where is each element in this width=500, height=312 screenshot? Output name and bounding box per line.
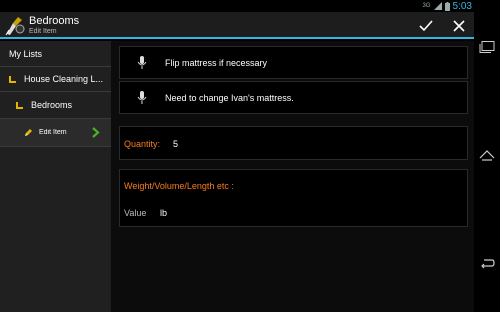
save-button[interactable] xyxy=(414,16,438,36)
value-label: Value xyxy=(124,208,147,218)
note-row[interactable]: Need to change Ivan's mattress. xyxy=(119,81,468,114)
folder-corner-icon xyxy=(16,101,23,109)
sidebar-header-label: My Lists xyxy=(9,48,43,59)
weight-section: Weight/Volume/Length etc : Value lb xyxy=(119,169,468,227)
sidebar-item-house-cleaning[interactable]: House Cleaning L... xyxy=(0,67,111,92)
signal-icon xyxy=(433,2,442,10)
sidebar-header-my-lists[interactable]: My Lists xyxy=(0,41,111,67)
battery-icon xyxy=(444,1,450,11)
weight-header: Weight/Volume/Length etc : xyxy=(124,181,234,191)
note-row[interactable]: Flip mattress if necessary xyxy=(119,46,468,79)
page-title: Bedrooms xyxy=(29,15,80,27)
back-icon xyxy=(481,259,495,269)
back-button[interactable] xyxy=(478,254,496,272)
quantity-row[interactable]: Quantity: 5 xyxy=(119,126,468,160)
check-icon xyxy=(419,20,433,32)
quantity-value[interactable]: 5 xyxy=(173,139,178,149)
action-bar: Bedrooms Edit Item xyxy=(0,12,474,39)
home-button[interactable] xyxy=(478,146,496,164)
sidebar-item-label: House Cleaning L... xyxy=(24,74,104,84)
sidebar-item-edit-item[interactable]: Edit Item xyxy=(0,119,111,147)
note-text: Flip mattress if necessary xyxy=(165,58,268,68)
folder-corner-icon xyxy=(9,75,16,83)
quantity-label: Quantity: xyxy=(124,139,161,149)
app-logo-icon[interactable] xyxy=(4,14,26,36)
status-icons: 3G 5:03 xyxy=(423,0,472,12)
status-time: 5:03 xyxy=(452,0,472,12)
chevron-right-icon xyxy=(92,127,100,138)
page-subtitle: Edit Item xyxy=(29,28,57,35)
sidebar-item-label: Edit Item xyxy=(39,129,67,136)
system-nav-bar xyxy=(474,0,500,312)
microphone-icon[interactable] xyxy=(137,91,147,105)
lists-sidebar: My Lists House Cleaning L... Bedrooms Ed… xyxy=(0,41,111,312)
microphone-icon[interactable] xyxy=(137,56,147,70)
recents-button[interactable] xyxy=(478,38,496,56)
network-type: 3G xyxy=(422,3,431,9)
edit-item-panel: Flip mattress if necessary Need to chang… xyxy=(111,41,474,312)
sidebar-item-bedrooms[interactable]: Bedrooms xyxy=(0,92,111,119)
cancel-button[interactable] xyxy=(447,16,471,36)
note-text: Need to change Ivan's mattress. xyxy=(165,93,294,103)
unit-value[interactable]: lb xyxy=(160,208,167,218)
sidebar-item-label: Bedrooms xyxy=(31,100,73,110)
home-icon xyxy=(479,150,495,161)
pencil-icon xyxy=(25,129,32,136)
recents-icon xyxy=(479,41,495,53)
status-bar: 3G 5:03 xyxy=(0,0,474,12)
close-icon xyxy=(453,20,465,32)
